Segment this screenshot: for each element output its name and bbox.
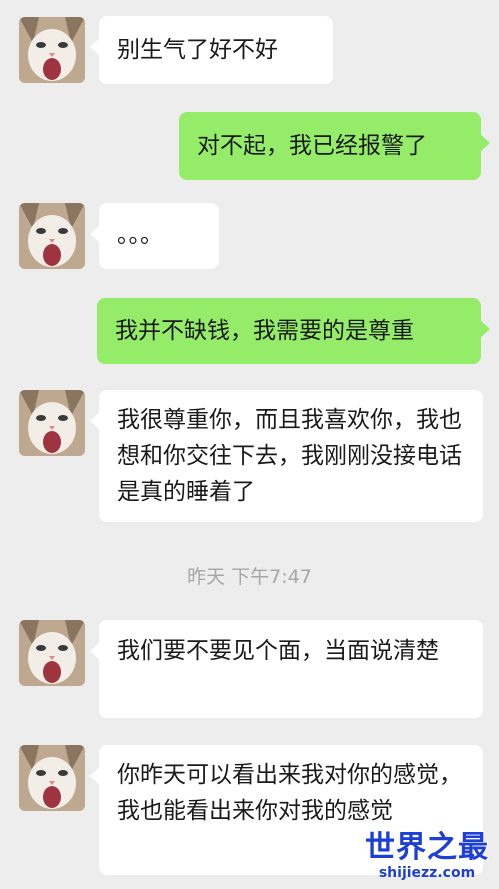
contact-avatar[interactable] <box>19 620 85 686</box>
contact-avatar[interactable] <box>19 203 85 269</box>
contact-avatar[interactable] <box>19 745 85 811</box>
incoming-message-bubble[interactable]: 我很尊重你，而且我喜欢你，我也想和你交往下去，我刚刚没接电话是真的睡着了 <box>90 390 483 522</box>
outgoing-message-bubble[interactable]: 我并不缺钱，我需要的是尊重 <box>97 298 490 364</box>
cat-avatar-icon <box>19 17 85 83</box>
incoming-message-bubble[interactable]: 。。。 <box>90 203 219 269</box>
incoming-message-bubble[interactable]: 别生气了好不好 <box>90 16 333 84</box>
outgoing-message-bubble[interactable]: 对不起，我已经报警了 <box>179 112 490 180</box>
incoming-message-bubble[interactable]: 我们要不要见个面，当面说清楚 <box>90 620 483 718</box>
cat-avatar-icon <box>19 203 85 269</box>
watermark: 世界之最 shijiezz.com <box>365 830 489 882</box>
cat-avatar-icon <box>19 390 85 456</box>
contact-avatar[interactable] <box>19 390 85 456</box>
chat-timestamp: 昨天 下午7:47 <box>187 566 312 588</box>
watermark-url: shijiezz.com <box>378 865 476 881</box>
cat-avatar-icon <box>19 620 85 686</box>
cat-avatar-icon <box>19 745 85 811</box>
watermark-title: 世界之最 <box>365 830 489 865</box>
contact-avatar[interactable] <box>19 17 85 83</box>
